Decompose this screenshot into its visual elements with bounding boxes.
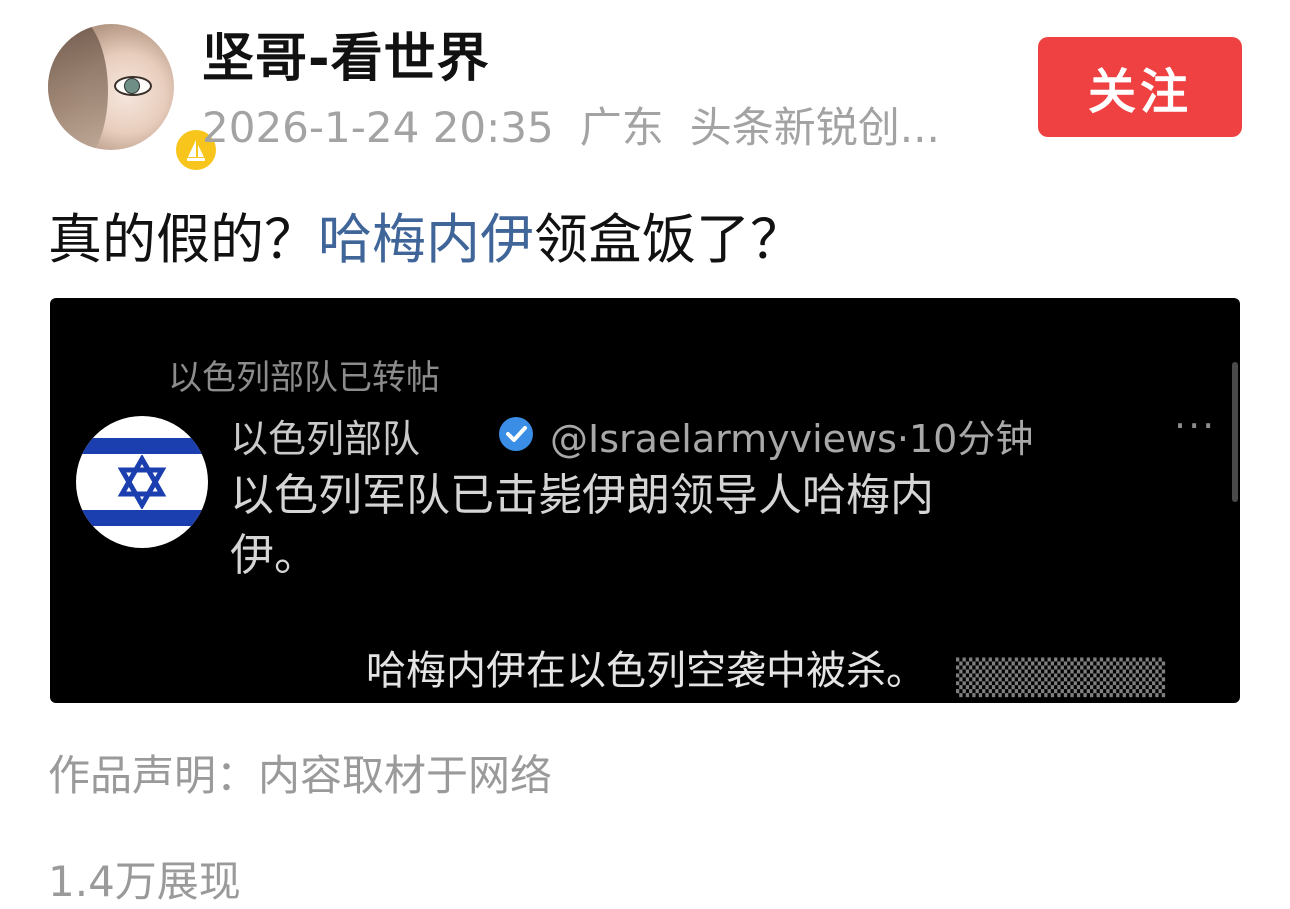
more-options-icon: ··· [1174, 404, 1217, 448]
view-count: 1.4万展现 [48, 857, 241, 906]
avatar-image [48, 24, 174, 150]
post-meta: 2026-1-24 20:35 广东 头条新锐创... [202, 98, 966, 158]
author-honor[interactable]: 头条新锐创... [690, 103, 940, 152]
topic-link[interactable]: 哈梅内伊 [318, 208, 534, 271]
retweet-line: 以色列部队已转帖 [168, 358, 440, 398]
post-time: 2026-1-24 20:35 [202, 103, 554, 152]
tweet-body: 以色列军队已击毙伊朗领导人哈梅内伊。 [230, 470, 934, 581]
post-text: 真的假的？哈梅内伊领盒饭了？ [48, 200, 804, 280]
post-text-after: 领盒饭了？ [534, 208, 804, 271]
author-name[interactable]: 坚哥-看世界 [202, 24, 490, 94]
follow-button[interactable]: 关注 [1038, 37, 1242, 137]
watermark: ▒▒▒▒▒▒▒▒ [956, 658, 1166, 698]
post-location: 广东 [579, 103, 664, 152]
tweet-author-name: 以色列部队 [230, 417, 421, 461]
verified-icon [499, 417, 533, 451]
author-avatar[interactable] [48, 24, 220, 174]
israel-flag-avatar-icon [76, 416, 208, 548]
tweet-handle: @Israelarmyviews·10分钟 [550, 417, 1034, 461]
content-declaration: 作品声明：内容取材于网络 [48, 751, 553, 800]
post-text-before: 真的假的？ [48, 208, 318, 271]
video-subtitle: 哈梅内伊在以色列空袭中被杀。 [366, 648, 926, 694]
scrollbar [1232, 362, 1238, 502]
post-image[interactable]: 以色列部队已转帖 以色列部队 @Israelarmyviews·10分钟 ···… [50, 298, 1240, 703]
